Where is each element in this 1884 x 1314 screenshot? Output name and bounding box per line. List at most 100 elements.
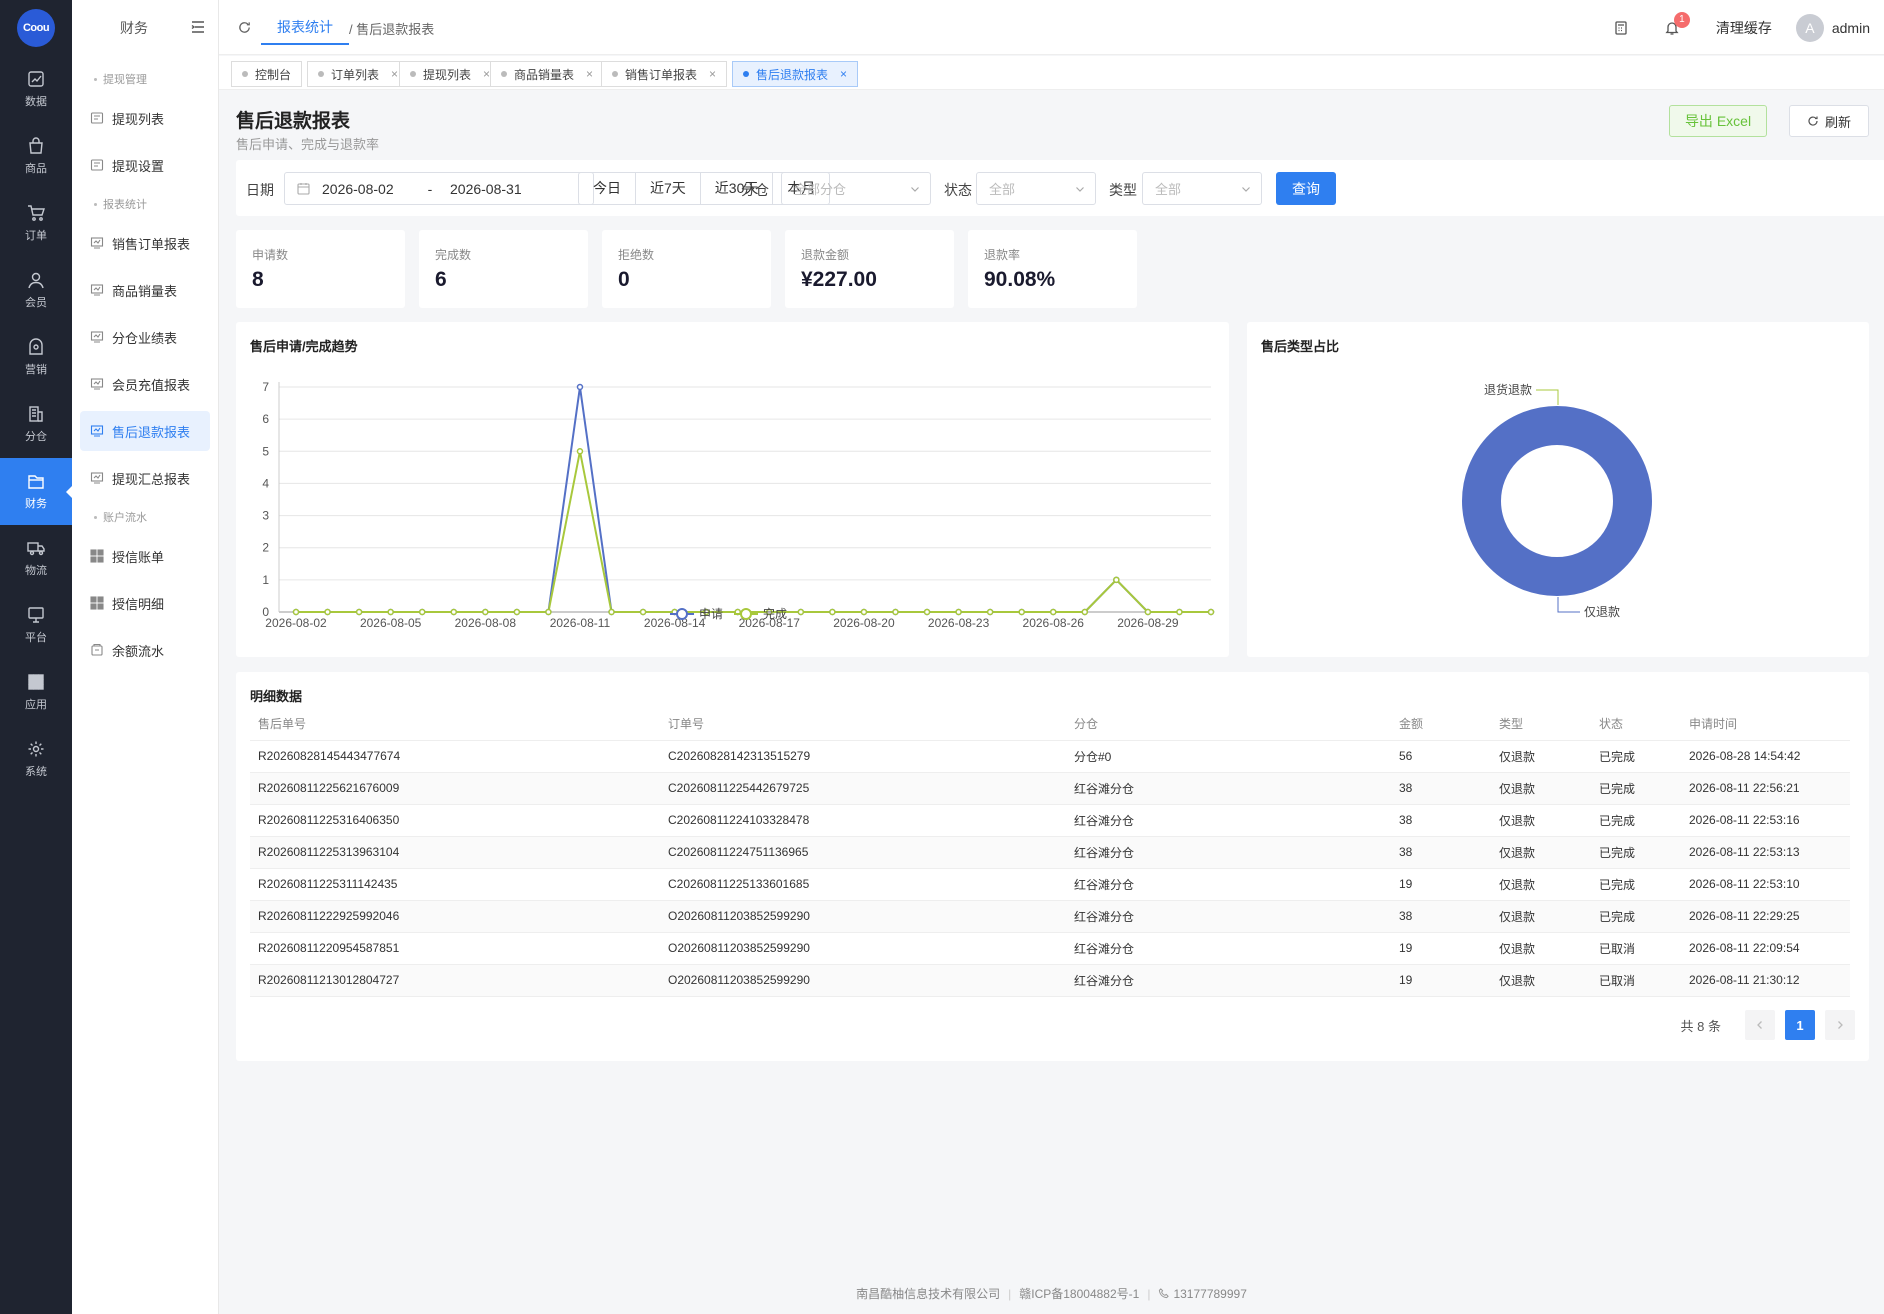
prev-page-button[interactable] <box>1745 1010 1775 1040</box>
tab-0[interactable]: 控制台 <box>231 61 303 87</box>
data-point[interactable] <box>576 448 584 455</box>
calculator-icon[interactable] <box>1614 20 1628 35</box>
rail-item-10[interactable]: 系统 <box>0 726 72 793</box>
rail-item-5[interactable]: 分仓 <box>0 391 72 458</box>
sidebar-item-2-0[interactable]: 授信账单 <box>80 536 210 576</box>
data-point[interactable] <box>1018 608 1025 616</box>
data-point[interactable] <box>1176 608 1183 616</box>
rail-item-3[interactable]: 会员 <box>0 257 72 324</box>
tab-1[interactable]: 订单列表 × <box>307 61 410 87</box>
data-point[interactable] <box>1081 608 1089 616</box>
quick-range-button-1[interactable]: 近7天 <box>636 173 701 204</box>
clear-cache-button[interactable]: 清理缓存 <box>1716 18 1772 38</box>
table-row[interactable]: R20260811225621676009 C202608112254426797… <box>250 772 1850 805</box>
table-row[interactable]: R20260811225311142435 C202608112251336016… <box>250 868 1850 901</box>
sidebar-item-2-1[interactable]: 授信明细 <box>80 583 210 623</box>
data-point[interactable] <box>1113 576 1120 584</box>
close-icon[interactable]: × <box>709 67 716 81</box>
main-rail: Coou 数据 商品 订单 会员 营销 分仓 财务 物流 平台 应用 系统 <box>0 0 72 1314</box>
kpi-card-2: 拒绝数 0 <box>602 230 771 308</box>
menu-collapse-icon[interactable] <box>190 19 206 35</box>
date-start[interactable]: 2026-08-02 <box>322 181 418 197</box>
table-row[interactable]: R20260811213012804727 O202608112038525992… <box>250 964 1850 997</box>
data-point[interactable] <box>513 608 521 616</box>
sidebar-item-1-0[interactable]: 销售订单报表 <box>80 223 210 263</box>
table-row[interactable]: R20260811220954587851 O202608112038525992… <box>250 932 1850 965</box>
data-point[interactable] <box>355 608 363 616</box>
tab-4[interactable]: 销售订单报表 × <box>601 61 728 87</box>
data-point[interactable] <box>324 608 331 616</box>
close-icon[interactable]: × <box>840 67 847 81</box>
tab-5[interactable]: 售后退款报表 × <box>732 61 859 87</box>
data-point[interactable] <box>892 608 899 616</box>
export-excel-button[interactable]: 导出 Excel <box>1669 105 1767 137</box>
data-point[interactable] <box>450 608 458 616</box>
next-page-button[interactable] <box>1825 1010 1855 1040</box>
sidebar-item-1-2[interactable]: 分仓业绩表 <box>80 317 210 357</box>
data-point[interactable] <box>639 608 647 616</box>
table-row[interactable]: R20260811222925992046 O202608112038525992… <box>250 900 1850 933</box>
sidebar-item-1-4[interactable]: 售后退款报表 <box>80 411 210 451</box>
data-point[interactable] <box>1144 608 1152 616</box>
close-icon[interactable]: × <box>391 67 398 81</box>
table-row[interactable]: R20260828145443477674 C202608281423135152… <box>250 740 1850 773</box>
sidebar-item-0-1[interactable]: 提现设置 <box>80 145 210 185</box>
data-point[interactable] <box>418 608 426 616</box>
tab-3[interactable]: 商品销量表 × <box>490 61 605 87</box>
legend-marker[interactable] <box>740 608 752 620</box>
table-row[interactable]: R20260811225316406350 C202608112241033284… <box>250 804 1850 837</box>
type-select[interactable]: 全部 <box>1142 172 1262 205</box>
rail-item-9[interactable]: 应用 <box>0 659 72 726</box>
data-point[interactable] <box>1207 608 1215 616</box>
sidebar-item-2-2[interactable]: 余额流水 <box>80 630 210 670</box>
data-point[interactable] <box>797 608 805 616</box>
reload-icon[interactable] <box>237 20 252 35</box>
status-select[interactable]: 全部 <box>976 172 1096 205</box>
data-point[interactable] <box>576 383 584 391</box>
rail-item-7[interactable]: 物流 <box>0 525 72 592</box>
page-1-button[interactable]: 1 <box>1785 1010 1815 1040</box>
sidebar-item-1-5[interactable]: 提现汇总报表 <box>80 458 210 498</box>
legend-marker[interactable] <box>676 608 688 620</box>
data-point[interactable] <box>829 608 836 616</box>
breadcrumb-report-stats[interactable]: 报表统计 <box>261 0 349 45</box>
footer-icp[interactable]: 赣ICP备18004882号-1 <box>1019 1287 1139 1301</box>
close-icon[interactable]: × <box>586 67 593 81</box>
quick-range-button-0[interactable]: 今日 <box>579 173 636 204</box>
rail-item-4[interactable]: 营销 <box>0 324 72 391</box>
data-point[interactable] <box>955 608 962 616</box>
query-button[interactable]: 查询 <box>1276 172 1336 205</box>
rail-item-1[interactable]: 商品 <box>0 123 72 190</box>
avatar[interactable]: A <box>1795 13 1824 42</box>
rail-item-2[interactable]: 订单 <box>0 190 72 257</box>
data-point[interactable] <box>986 608 994 616</box>
sidebar-item-1-1[interactable]: 商品销量表 <box>80 270 210 310</box>
date-end[interactable]: 2026-08-31 <box>450 181 522 197</box>
legend-label[interactable]: 申请 <box>699 607 723 621</box>
tab-2[interactable]: 提现列表 × <box>399 61 502 87</box>
table-row[interactable]: R20260811225313963104 C202608112247511369… <box>250 836 1850 869</box>
app-logo[interactable]: Coou <box>17 9 55 47</box>
sidebar-item-1-3[interactable]: 会员充值报表 <box>80 364 210 404</box>
rail-item-8[interactable]: 平台 <box>0 592 72 659</box>
data-point[interactable] <box>292 608 300 616</box>
username[interactable]: admin <box>1832 20 1870 36</box>
close-icon[interactable]: × <box>483 67 490 81</box>
data-point[interactable] <box>387 608 394 616</box>
data-point[interactable] <box>1049 608 1057 616</box>
legend-label[interactable]: 完成 <box>763 606 787 621</box>
refresh-button[interactable]: 刷新 <box>1789 105 1869 137</box>
sidebar-item-0-0[interactable]: 提现列表 <box>80 98 210 138</box>
data-point[interactable] <box>923 608 931 616</box>
pie-slice-0[interactable] <box>1462 406 1652 596</box>
data-point[interactable] <box>860 608 868 616</box>
rail-item-6[interactable]: 财务 <box>0 458 72 525</box>
notification-button[interactable]: 1 <box>1664 11 1690 36</box>
rail-item-0[interactable]: 数据 <box>0 56 72 123</box>
data-point[interactable] <box>482 608 489 616</box>
date-range-picker[interactable]: 2026-08-02 - 2026-08-31 <box>284 172 594 205</box>
data-point[interactable] <box>608 608 615 616</box>
x-tick-label: 2026-08-08 <box>455 616 517 630</box>
warehouse-select[interactable]: 全部分仓 <box>781 172 931 205</box>
data-point[interactable] <box>545 608 552 616</box>
